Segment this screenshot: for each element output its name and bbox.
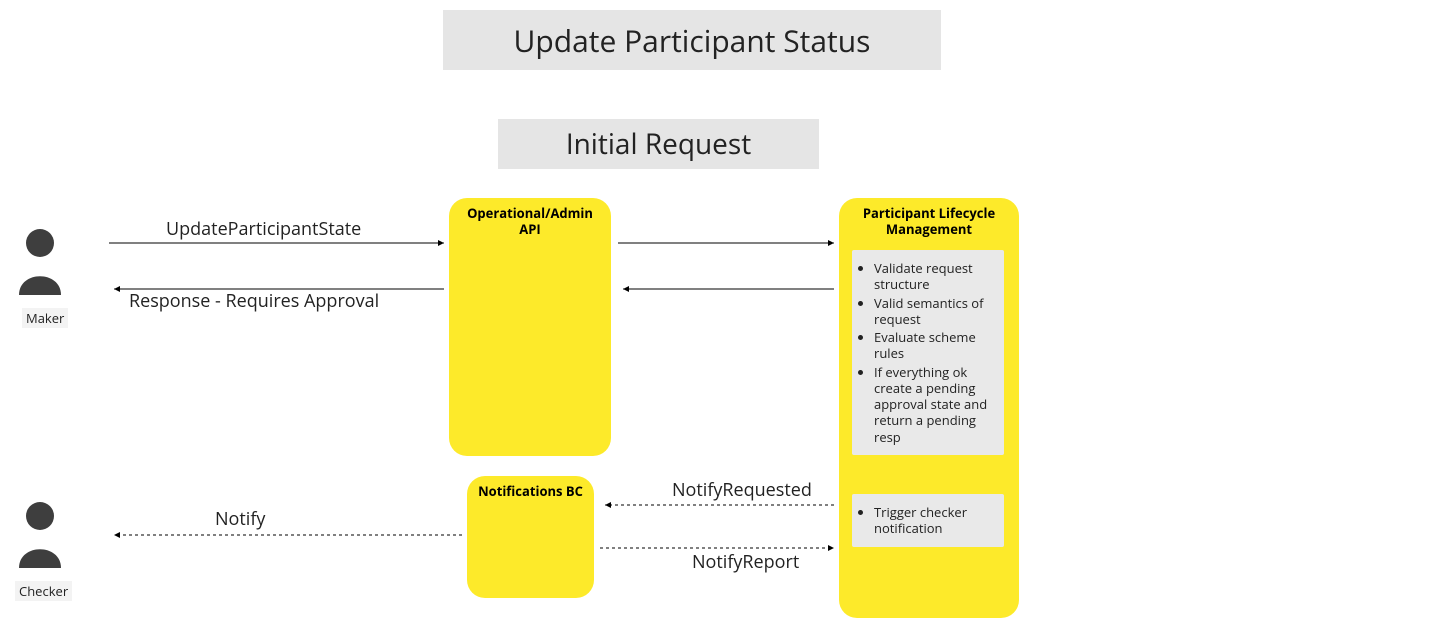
diagram-subtitle: Initial Request bbox=[498, 119, 819, 169]
component-notifications: Notifications BC bbox=[467, 476, 594, 598]
component-api-title: Operational/Admin API bbox=[449, 198, 611, 241]
list-item: Trigger checker notification bbox=[874, 504, 996, 537]
msg-update-state: UpdateParticipantState bbox=[166, 217, 361, 241]
diagram-arrows bbox=[0, 0, 1429, 635]
list-item: Validate request structure bbox=[874, 260, 996, 293]
lifecycle-steps-list: Validate request structure Valid semanti… bbox=[856, 260, 996, 445]
list-item: Evaluate scheme rules bbox=[874, 329, 996, 362]
person-icon bbox=[15, 225, 65, 300]
lifecycle-steps: Validate request structure Valid semanti… bbox=[852, 250, 1004, 455]
actor-label-maker: Maker bbox=[22, 308, 68, 328]
component-lifecycle-title: Participant Lifecycle Management bbox=[839, 198, 1019, 241]
component-notifications-title: Notifications BC bbox=[467, 476, 594, 504]
msg-response-approval: Response - Requires Approval bbox=[129, 289, 379, 313]
person-icon bbox=[15, 498, 65, 573]
msg-notify-requested: NotifyRequested bbox=[672, 478, 812, 502]
diagram-title: Update Participant Status bbox=[443, 10, 941, 70]
list-item: If everything ok create a pending approv… bbox=[874, 364, 996, 445]
notification-steps-list: Trigger checker notification bbox=[856, 504, 996, 537]
msg-notify: Notify bbox=[215, 507, 265, 531]
notification-steps: Trigger checker notification bbox=[852, 494, 1004, 547]
actor-label-checker: Checker bbox=[15, 581, 72, 601]
component-api: Operational/Admin API bbox=[449, 198, 611, 456]
list-item: Valid semantics of request bbox=[874, 295, 996, 328]
msg-notify-report: NotifyReport bbox=[692, 550, 799, 574]
